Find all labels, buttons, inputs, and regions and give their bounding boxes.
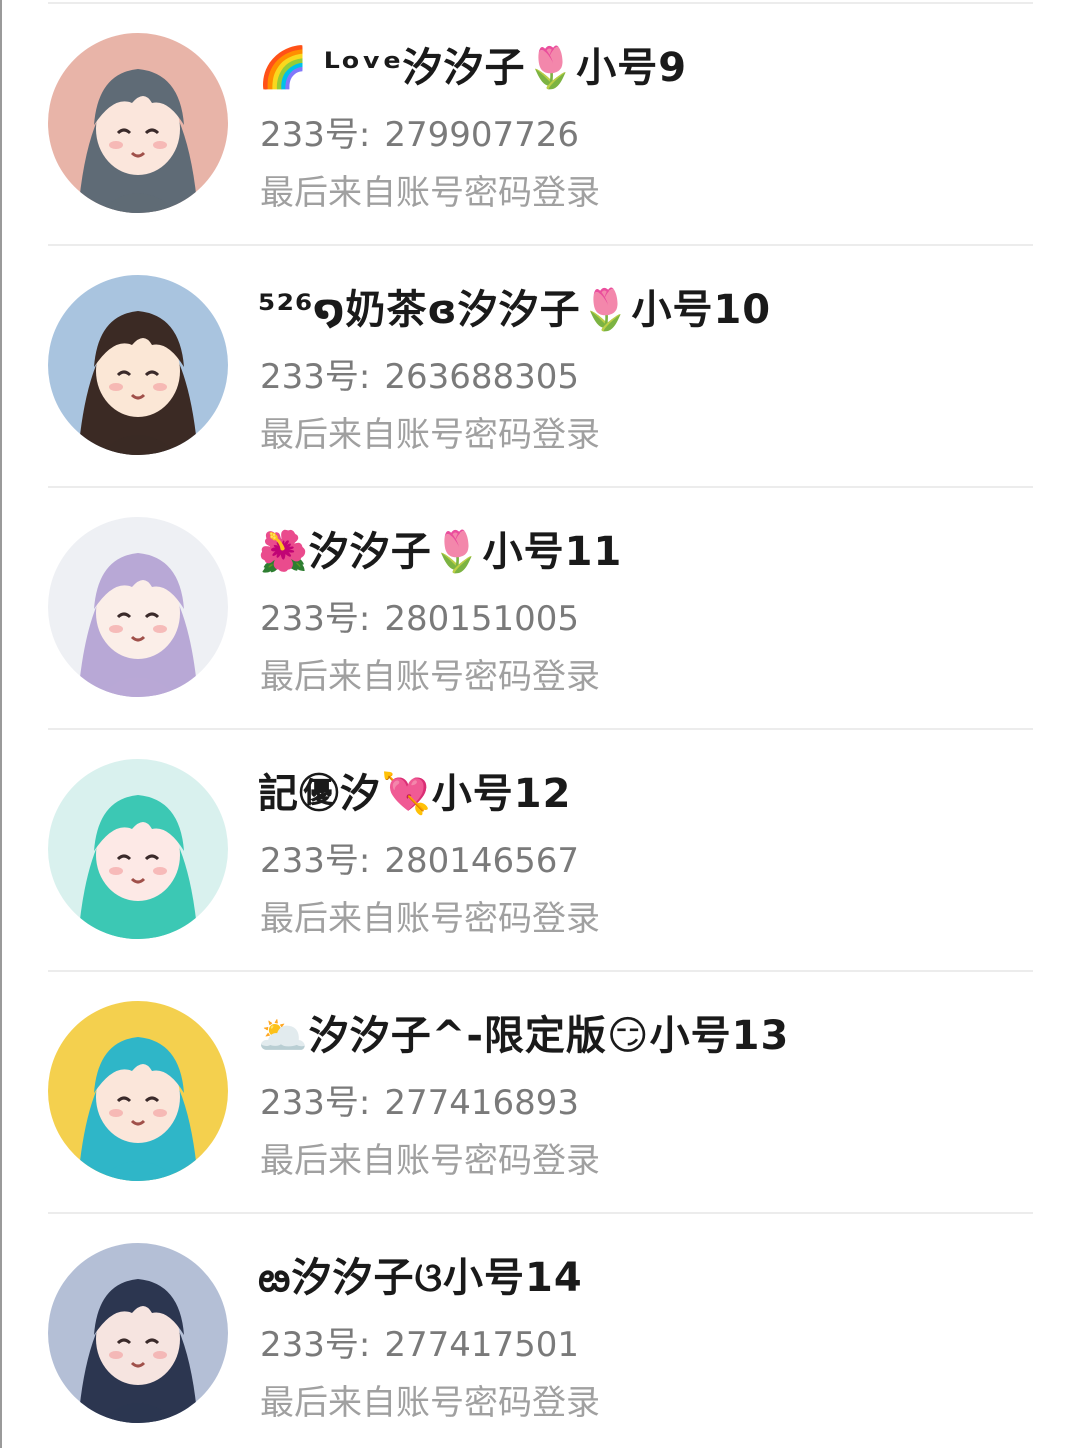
account-id-value: 263688305 [384, 357, 580, 397]
account-id: 233号: 263688305 [260, 354, 579, 400]
account-id: 233号: 280146567 [260, 838, 579, 884]
avatar-girl-colorful-icon [48, 1001, 228, 1181]
account-name: ఴ汐汐子ଓ小号14 [258, 1255, 583, 1301]
account-item-xiaohao-11[interactable]: 🌺汐汐子🌷小号11 233号: 280151005 最后来自账号密码登录 [0, 488, 1080, 730]
last-login-method: 最后来自账号密码登录 [260, 173, 600, 213]
account-id-label: 233号: [260, 599, 371, 639]
account-id-label: 233号: [260, 115, 371, 155]
account-item-xiaohao-13[interactable]: 🌥️汐汐子^-限定版😏小号13 233号: 277416893 最后来自账号密码登… [0, 972, 1080, 1214]
account-id-value: 279907726 [384, 115, 580, 155]
last-login-method: 最后来自账号密码登录 [260, 415, 600, 455]
account-item-xiaohao-12[interactable]: 記㊝汐💘小号12 233号: 280146567 最后来自账号密码登录 [0, 730, 1080, 972]
avatar-girl-dark-hair-icon [48, 275, 228, 455]
avatar-girl-gray-hair-icon [48, 33, 228, 213]
last-login-method: 最后来自账号密码登录 [260, 657, 600, 697]
account-id-label: 233号: [260, 357, 371, 397]
account-name: 🌈 ᴸᵒᵛᵉ汐汐子🌷小号9 [258, 45, 688, 91]
account-id-value: 277417501 [384, 1325, 580, 1365]
last-login-method: 最后来自账号密码登录 [260, 899, 600, 939]
avatar-girl-purple-hair-icon [48, 517, 228, 697]
account-id: 233号: 280151005 [260, 596, 579, 642]
account-id-value: 280146567 [384, 841, 580, 881]
account-name: 記㊝汐💘小号12 [258, 771, 572, 817]
account-list: 🌈 ᴸᵒᵛᵉ汐汐子🌷小号9 233号: 279907726 最后来自账号密码登录 … [0, 4, 1080, 1456]
avatar-girl-navy-hair-icon [48, 1243, 228, 1423]
account-id-value: 280151005 [384, 599, 580, 639]
account-item-xiaohao-14[interactable]: ఴ汐汐子ଓ小号14 233号: 277417501 最后来自账号密码登录 [0, 1214, 1080, 1456]
account-name: ⁵²⁶໑奶茶ɞ汐汐子🌷小号10 [258, 287, 772, 333]
last-login-method: 最后来自账号密码登录 [260, 1383, 600, 1423]
account-id: 233号: 279907726 [260, 112, 579, 158]
last-login-method: 最后来自账号密码登录 [260, 1141, 600, 1181]
account-id-value: 277416893 [384, 1083, 580, 1123]
account-id: 233号: 277417501 [260, 1322, 579, 1368]
avatar-girl-teal-hair-icon [48, 759, 228, 939]
account-name: 🌥️汐汐子^-限定版😏小号13 [258, 1013, 790, 1059]
account-id-label: 233号: [260, 841, 371, 881]
account-name: 🌺汐汐子🌷小号11 [258, 529, 623, 575]
account-item-xiaohao-10[interactable]: ⁵²⁶໑奶茶ɞ汐汐子🌷小号10 233号: 263688305 最后来自账号密码登… [0, 246, 1080, 488]
account-id-label: 233号: [260, 1325, 371, 1365]
account-id-label: 233号: [260, 1083, 371, 1123]
account-id: 233号: 277416893 [260, 1080, 579, 1126]
account-item-xiaohao-9[interactable]: 🌈 ᴸᵒᵛᵉ汐汐子🌷小号9 233号: 279907726 最后来自账号密码登录 [0, 4, 1080, 246]
